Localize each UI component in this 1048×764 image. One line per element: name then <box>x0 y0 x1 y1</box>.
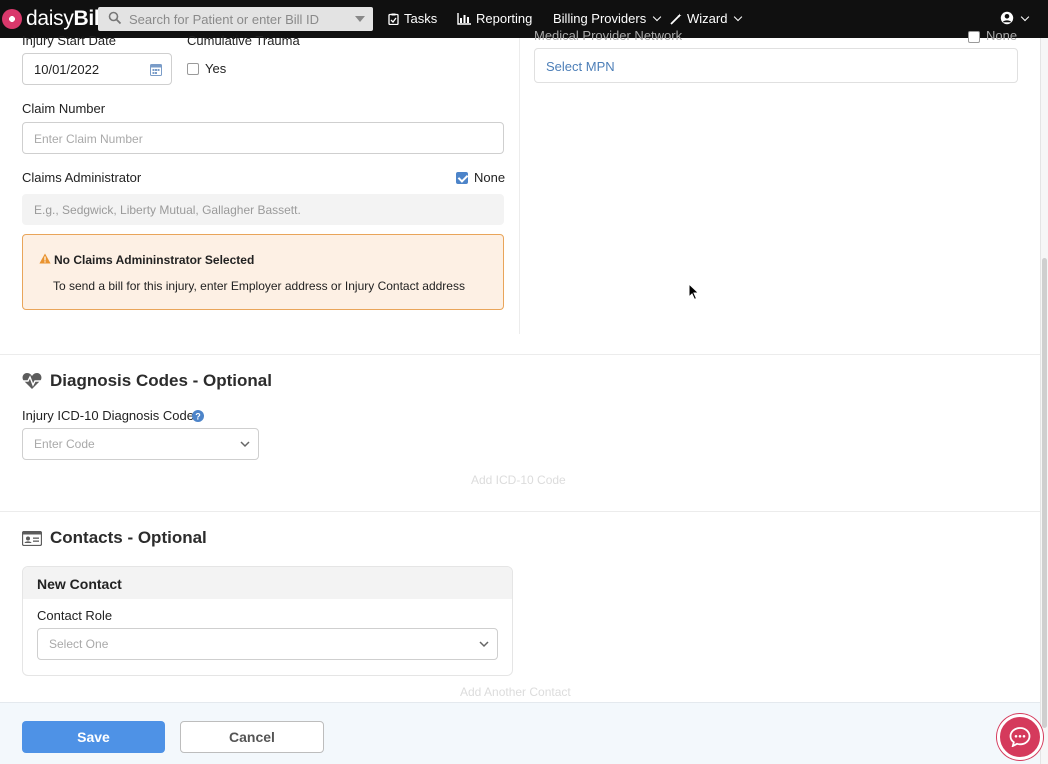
nav-billing-providers[interactable]: Billing Providers <box>553 11 662 26</box>
new-contact-card: New Contact Contact Role Select One <box>22 566 513 676</box>
diagnosis-section-title: Diagnosis Codes - Optional <box>50 371 272 390</box>
mpn-none-label: None <box>986 28 1018 43</box>
claims-admin-none-label: None <box>474 170 506 185</box>
cumulative-trauma-label: Cumulative Trauma <box>187 33 300 48</box>
clipboard-check-icon <box>388 13 399 25</box>
claim-number-placeholder: Enter Claim Number <box>34 132 143 146</box>
select-mpn-dropdown[interactable]: Select MPN <box>534 48 1018 83</box>
nav-tasks[interactable]: Tasks <box>388 11 437 26</box>
contact-role-label: Contact Role <box>37 608 113 623</box>
form-footer: Save Cancel <box>0 702 1040 764</box>
section-divider <box>0 511 1040 512</box>
contact-role-placeholder: Select One <box>49 637 109 651</box>
nav-wizard-label: Wizard <box>687 11 728 26</box>
chat-button[interactable] <box>997 714 1043 760</box>
injury-start-date-value: 10/01/2022 <box>34 62 100 77</box>
chevron-down-icon <box>240 441 250 448</box>
new-contact-title: New Contact <box>37 576 122 592</box>
icd10-label: Injury ICD-10 Diagnosis Code <box>22 408 194 423</box>
add-icd10-code-button[interactable]: Add ICD-10 Code <box>471 473 566 487</box>
contact-card-icon <box>22 531 42 546</box>
contacts-section-title: Contacts - Optional <box>50 528 207 547</box>
claims-administrator-input[interactable]: E.g., Sedgwick, Liberty Mutual, Gallaghe… <box>22 194 504 225</box>
nav-reporting[interactable]: Reporting <box>457 11 532 26</box>
injury-start-date-input[interactable]: 10/01/2022 <box>22 53 172 85</box>
top-nav: daisyBill Search for Patient or enter Bi… <box>0 0 1048 38</box>
alert-title: No Claims Admininstrator Selected <box>54 253 255 267</box>
user-circle-icon <box>1000 11 1014 25</box>
icd10-code-dropdown[interactable]: Enter Code <box>22 428 259 460</box>
user-menu[interactable] <box>1000 11 1030 25</box>
nav-tasks-label: Tasks <box>404 11 438 26</box>
add-another-contact-button[interactable]: Add Another Contact <box>460 685 571 699</box>
svg-text:?: ? <box>195 412 201 422</box>
alert-body: To send a bill for this injury, enter Em… <box>53 279 465 293</box>
injury-start-date-label: Injury Start Date <box>22 33 116 48</box>
nav-billing-providers-label: Billing Providers <box>553 11 647 26</box>
mpn-label: Medical Provider Network <box>534 28 683 43</box>
mouse-cursor-icon <box>688 283 700 301</box>
search-icon <box>108 11 122 25</box>
search-placeholder: Search for Patient or enter Bill ID <box>129 12 320 27</box>
bar-chart-icon <box>457 12 471 25</box>
mpn-none-checkbox[interactable] <box>968 31 980 43</box>
chevron-down-icon <box>1020 12 1030 21</box>
calendar-icon[interactable] <box>150 63 162 76</box>
chevron-down-icon <box>479 641 489 648</box>
scrollbar-thumb[interactable] <box>1042 258 1047 728</box>
cancel-button[interactable]: Cancel <box>180 721 324 753</box>
claims-administrator-label: Claims Administrator <box>22 170 142 185</box>
chevron-down-icon <box>652 12 662 22</box>
new-contact-header: New Contact <box>23 567 512 599</box>
logo-text: daisyBill <box>26 7 106 30</box>
claims-administrator-placeholder: E.g., Sedgwick, Liberty Mutual, Gallaghe… <box>34 203 301 217</box>
icd10-placeholder: Enter Code <box>34 437 95 451</box>
claims-admin-none-checkbox[interactable] <box>456 172 468 184</box>
claim-number-input[interactable]: Enter Claim Number <box>22 122 504 154</box>
cumulative-trauma-checkbox[interactable] <box>187 63 199 75</box>
daisy-icon <box>2 9 22 29</box>
logo[interactable]: daisyBill <box>2 7 105 31</box>
warning-icon <box>39 253 51 264</box>
chat-bubble-icon <box>1009 727 1031 747</box>
nav-wizard[interactable]: Wizard <box>670 11 743 26</box>
nav-reporting-label: Reporting <box>476 11 533 26</box>
search-input[interactable]: Search for Patient or enter Bill ID <box>98 7 373 31</box>
contact-role-dropdown[interactable]: Select One <box>37 628 498 660</box>
help-question-icon[interactable]: ? <box>192 410 204 422</box>
scrollbar[interactable] <box>1040 38 1048 764</box>
magic-wand-icon <box>670 13 682 25</box>
no-claims-admin-alert: No Claims Admininstrator Selected To sen… <box>22 234 504 310</box>
cumulative-trauma-yes-label: Yes <box>205 61 227 76</box>
select-mpn-placeholder: Select MPN <box>546 59 615 74</box>
heartbeat-icon <box>22 373 42 389</box>
column-divider <box>519 38 520 334</box>
caret-down-icon[interactable] <box>355 16 365 22</box>
claim-number-label: Claim Number <box>22 101 106 116</box>
section-divider <box>0 354 1040 355</box>
chevron-down-icon <box>734 12 743 22</box>
save-button[interactable]: Save <box>22 721 165 753</box>
